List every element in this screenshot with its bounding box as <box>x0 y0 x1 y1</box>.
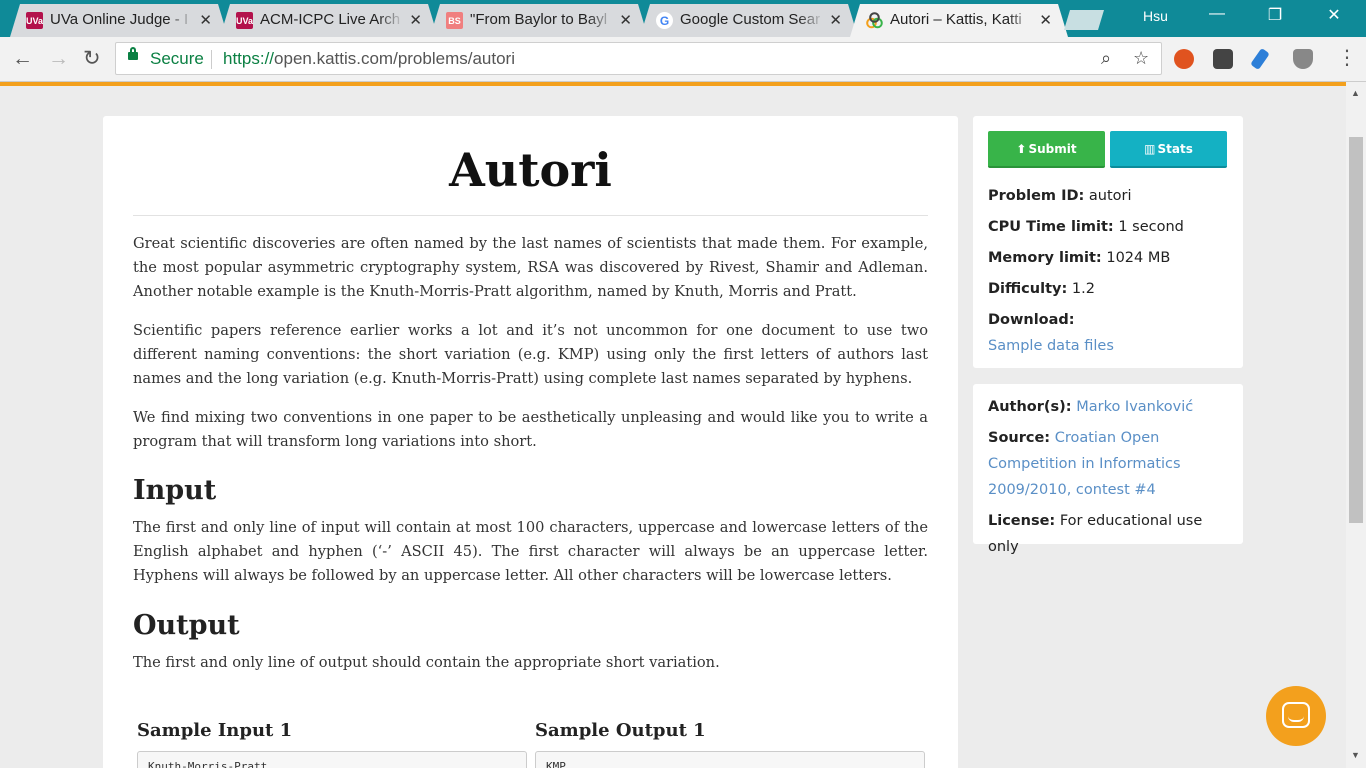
tab-title: Autori – Kattis, Katti <box>890 11 1034 28</box>
forward-arrow-icon[interactable]: → <box>48 47 69 71</box>
reload-icon[interactable]: ↻ <box>83 47 101 71</box>
close-icon[interactable]: ✕ <box>619 11 632 29</box>
url-host: open.kattis.com <box>274 49 394 68</box>
output-description: The first and only line of output should… <box>133 654 720 671</box>
uva-favicon-icon: UVa <box>26 12 43 29</box>
address-bar[interactable]: Secure https://open.kattis.com/problems/… <box>115 42 1162 75</box>
zoom-icon[interactable]: ⌕ <box>1101 48 1111 69</box>
source-label: Source: <box>988 430 1051 446</box>
extension-icon[interactable] <box>1174 49 1194 69</box>
sample-input-box[interactable]: Knuth-Morris-Pratt <box>137 751 527 768</box>
lock-icon <box>128 47 138 60</box>
pen-extension-icon[interactable] <box>1250 47 1270 71</box>
sample-output-box[interactable]: KMP <box>535 751 925 768</box>
difficulty-label: Difficulty: <box>988 281 1068 297</box>
sample-data-link[interactable]: Sample data files <box>988 338 1114 354</box>
problem-statement: Autori Great scientific discoveries are … <box>103 116 958 768</box>
problem-meta-card: Author(s): Marko Ivanković Source: Croat… <box>973 384 1243 555</box>
intro-paragraph: Great scientific discoveries are often n… <box>133 235 928 300</box>
browser-tab[interactable]: BS "From Baylor to Bayl ✕ <box>430 4 648 37</box>
authors-label: Author(s): <box>988 399 1072 415</box>
upload-icon: ⬆ <box>1016 141 1027 156</box>
problem-id-value: autori <box>1088 188 1132 204</box>
submit-button[interactable]: ⬆ Submit <box>988 131 1105 168</box>
pocket-icon[interactable] <box>1213 49 1233 69</box>
tab-title: "From Baylor to Bayl <box>470 11 614 28</box>
close-window-icon[interactable]: ✕ <box>1311 5 1357 25</box>
kattis-favicon-icon <box>866 12 883 29</box>
close-icon[interactable]: ✕ <box>199 11 212 29</box>
license-label: License: <box>988 513 1056 529</box>
restore-icon[interactable]: ❐ <box>1252 5 1298 25</box>
browser-tab[interactable]: UVa UVa Online Judge - I ✕ <box>10 4 228 37</box>
authors-row: Author(s): Marko Ivanković <box>988 394 1228 420</box>
new-tab-button[interactable] <box>1064 10 1104 30</box>
scroll-up-icon[interactable]: ▲ <box>1351 88 1360 98</box>
memory-limit-value: 1024 MB <box>1106 250 1171 266</box>
memory-limit-row: Memory limit: 1024 MB <box>988 245 1228 271</box>
memory-limit-label: Memory limit: <box>988 250 1102 266</box>
minimize-icon[interactable]: — <box>1194 5 1240 23</box>
page-body: Autori Great scientific discoveries are … <box>0 86 1346 768</box>
output-heading: Output <box>133 610 240 641</box>
problem-info-card: ⬆ Submit ▥ Stats Problem ID: autori CPU Ti… <box>973 116 1243 368</box>
problem-id-row: Problem ID: autori <box>988 183 1228 209</box>
google-favicon-icon: G <box>656 12 673 29</box>
tab-title: ACM-ICPC Live Arch <box>260 11 404 28</box>
browser-tab-active[interactable]: Autori – Kattis, Katti ✕ <box>850 4 1068 37</box>
shield-icon[interactable] <box>1293 49 1313 69</box>
close-icon[interactable]: ✕ <box>829 11 842 29</box>
divider <box>211 50 212 69</box>
sample-output: Sample Output 1 KMP <box>535 720 925 768</box>
browser-toolbar: ← → ↻ Secure https://open.kattis.com/pro… <box>0 37 1366 82</box>
stats-button[interactable]: ▥ Stats <box>1110 131 1227 168</box>
browser-tab[interactable]: UVa ACM-ICPC Live Arch ✕ <box>220 4 438 37</box>
divider <box>133 215 928 216</box>
source-row: Source: Croatian Open Competition in Inf… <box>988 425 1228 503</box>
license-row: License: For educational use only <box>988 508 1228 560</box>
problem-id-label: Problem ID: <box>988 188 1085 204</box>
stats-label: Stats <box>1157 141 1193 156</box>
back-arrow-icon[interactable]: ← <box>12 47 33 71</box>
chat-launcher-button[interactable] <box>1266 686 1326 746</box>
close-icon[interactable]: ✕ <box>1039 11 1052 29</box>
sample-output-heading: Sample Output 1 <box>535 720 706 741</box>
author-link[interactable]: Marko Ivanković <box>1076 399 1193 415</box>
sample-data-link-row: Sample data files <box>988 333 1228 359</box>
bookmark-star-icon[interactable]: ☆ <box>1133 48 1149 69</box>
url-text[interactable]: https://open.kattis.com/problems/autori <box>223 49 515 69</box>
profile-name[interactable]: Hsu <box>1143 8 1168 24</box>
bar-chart-icon: ▥ <box>1144 141 1156 156</box>
intro-paragraph: Scientific papers reference earlier work… <box>133 322 928 387</box>
browser-tab[interactable]: G Google Custom Sear ✕ <box>640 4 858 37</box>
submit-label: Submit <box>1028 141 1077 156</box>
input-heading: Input <box>133 475 217 506</box>
url-scheme: https:// <box>223 49 275 68</box>
intro-paragraph: We find mixing two conventions in one pa… <box>133 409 928 450</box>
sample-input-heading: Sample Input 1 <box>137 720 293 741</box>
tab-title: UVa Online Judge - I <box>50 11 194 28</box>
chat-bubble-icon <box>1282 702 1310 728</box>
difficulty-row: Difficulty: 1.2 <box>988 276 1228 302</box>
tab-title: Google Custom Sear <box>680 11 824 28</box>
secure-label: Secure <box>150 49 204 68</box>
cpu-limit-row: CPU Time limit: 1 second <box>988 214 1228 240</box>
scrollbar-thumb[interactable] <box>1349 137 1363 523</box>
download-label: Download: <box>988 312 1075 328</box>
menu-icon[interactable]: ⋮ <box>1337 47 1357 69</box>
uva-favicon-icon: UVa <box>236 12 253 29</box>
page-scrollbar[interactable]: ▲ ▼ <box>1346 82 1366 768</box>
close-icon[interactable]: ✕ <box>409 11 422 29</box>
difficulty-value: 1.2 <box>1071 281 1095 297</box>
cpu-limit-value: 1 second <box>1118 219 1184 235</box>
sample-input: Sample Input 1 Knuth-Morris-Pratt <box>137 720 527 768</box>
input-description: The first and only line of input will co… <box>133 519 928 584</box>
url-path: /problems/autori <box>393 49 515 68</box>
tab-strip: UVa UVa Online Judge - I ✕ UVa ACM-ICPC … <box>0 0 1366 37</box>
cpu-limit-label: CPU Time limit: <box>988 219 1114 235</box>
scroll-down-icon[interactable]: ▼ <box>1351 750 1360 760</box>
page-title: Autori <box>449 143 612 197</box>
bs-favicon-icon: BS <box>446 12 463 29</box>
